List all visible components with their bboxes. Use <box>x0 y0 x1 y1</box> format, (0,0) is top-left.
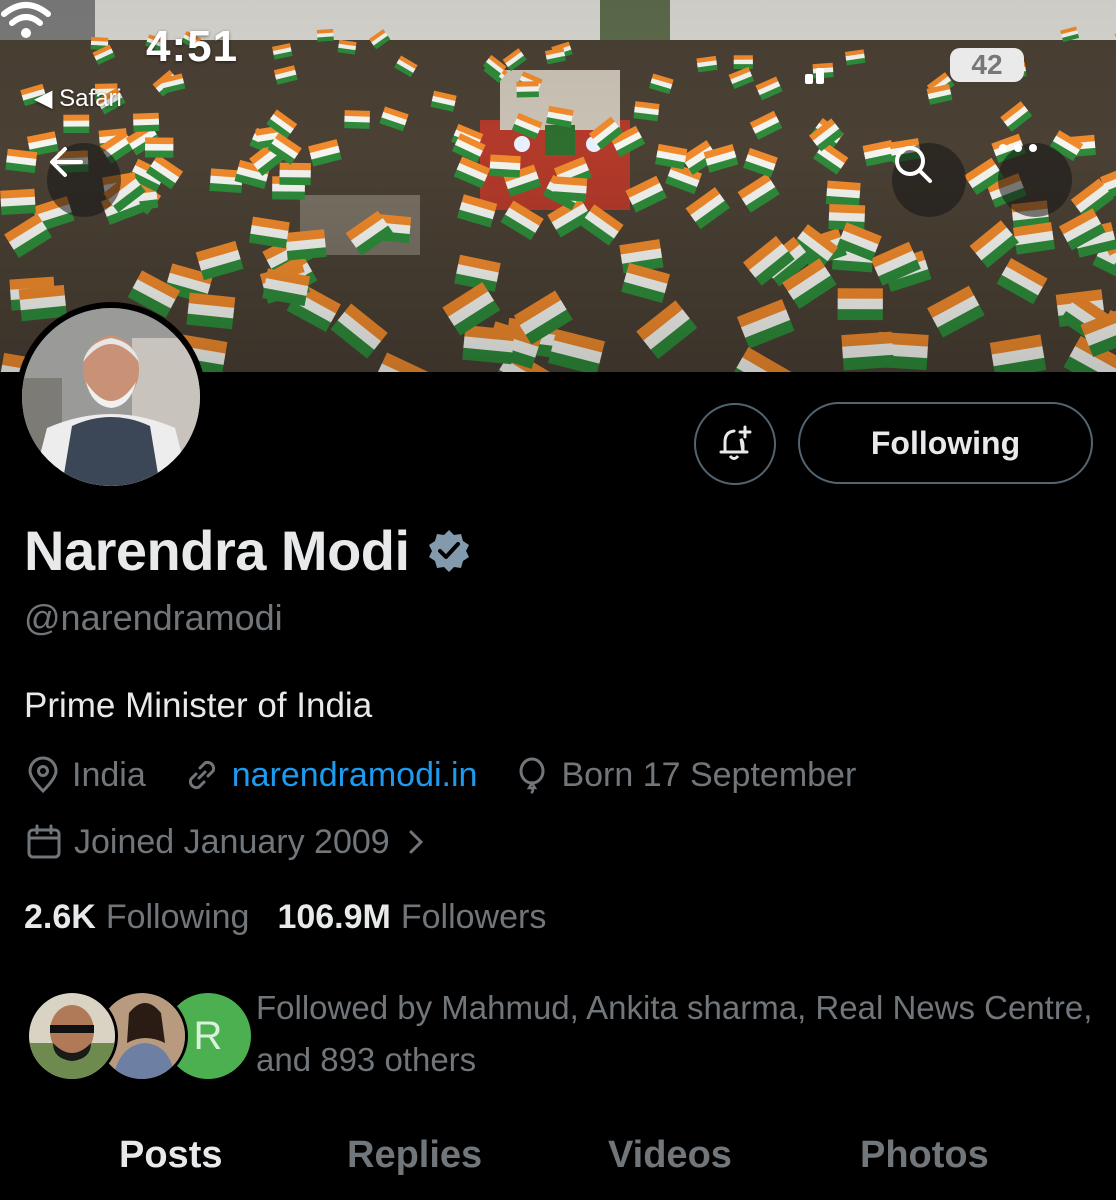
followers-label: Followers <box>400 898 547 936</box>
cellular-signal-icon <box>805 60 835 84</box>
profile-photo <box>22 308 200 486</box>
link-icon <box>188 760 215 790</box>
profile-name: Narendra Modi <box>24 519 410 582</box>
more-options-button[interactable] <box>998 143 1072 217</box>
location-pin-icon <box>28 756 58 794</box>
profile-handle: @narendramodi <box>24 597 283 638</box>
tab-videos[interactable]: Videos <box>608 1134 732 1177</box>
profile-avatar[interactable] <box>16 302 206 492</box>
chevron-right-icon <box>409 830 423 854</box>
battery-indicator: 42 <box>950 48 1024 82</box>
profile-banner[interactable]: 4:51 ◀ Safari 42 <box>0 0 1116 372</box>
profile-bio: Prime Minister of India <box>24 686 373 725</box>
following-count: 2.6K <box>24 898 96 936</box>
follower-avatar-1 <box>26 990 118 1082</box>
followers-count: 106.9M <box>277 898 391 936</box>
joined-item[interactable]: Joined January 2009 <box>24 822 438 862</box>
followed-by-avatars[interactable]: R <box>26 990 254 1082</box>
status-time: 4:51 <box>146 22 239 71</box>
arrow-left-icon <box>50 147 83 177</box>
wifi-icon <box>1 2 51 38</box>
joined-text: Joined January 2009 <box>74 822 390 861</box>
notifications-button[interactable] <box>694 403 776 485</box>
location-text: India <box>72 755 146 794</box>
balloon-icon <box>519 757 545 794</box>
birthday-text: Born 17 September <box>561 755 857 794</box>
website-link[interactable]: narendramodi.in <box>232 756 478 795</box>
birthday-item: Born 17 September <box>513 756 856 795</box>
tab-replies[interactable]: Replies <box>347 1134 482 1177</box>
tab-photos[interactable]: Photos <box>860 1134 989 1177</box>
back-button[interactable] <box>47 143 121 217</box>
following-button[interactable]: Following <box>798 402 1093 484</box>
search-button[interactable] <box>892 143 966 217</box>
tab-posts[interactable]: Posts <box>119 1134 222 1177</box>
following-label: Following <box>105 898 250 936</box>
location-item: India <box>24 756 146 795</box>
profile-tabs: Posts Replies Videos Photos <box>0 1124 1116 1200</box>
verified-badge-icon <box>428 529 469 572</box>
follow-stats: 2.6K Following 106.9M Followers <box>24 898 574 937</box>
followed-by-text[interactable]: Followed by Mahmud, Ankita sharma, Real … <box>256 982 1096 1086</box>
bell-plus-icon <box>719 425 752 460</box>
status-back-to-safari[interactable]: ◀ Safari <box>34 84 122 113</box>
profile-meta: India narendramodi.in Born 17 September <box>24 755 892 795</box>
search-icon <box>895 146 932 183</box>
website-item[interactable]: narendramodi.in <box>182 755 478 795</box>
more-horizontal-icon <box>999 144 1037 152</box>
follower-avatar-initial: R <box>193 1013 223 1058</box>
calendar-icon <box>27 824 61 859</box>
followers-stat[interactable]: 106.9M Followers <box>277 898 546 937</box>
following-stat[interactable]: 2.6K Following <box>24 898 249 937</box>
profile-name-row: Narendra Modi <box>24 518 472 583</box>
